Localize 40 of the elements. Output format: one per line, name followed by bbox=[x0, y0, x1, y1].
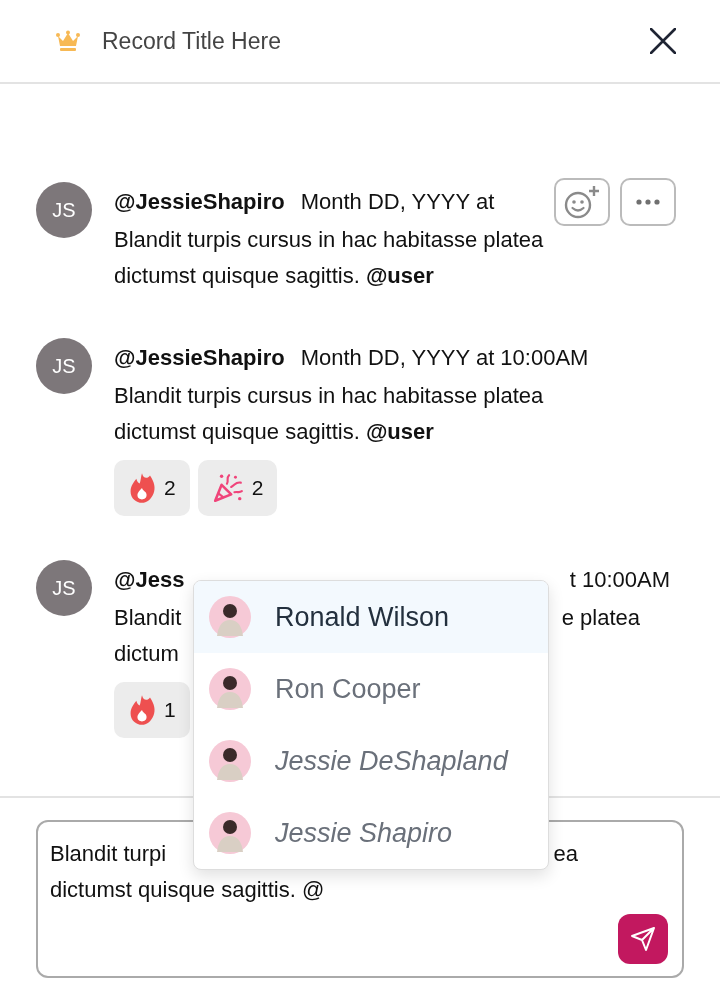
mention-option[interactable]: Ronald Wilson bbox=[194, 581, 548, 653]
mention-option[interactable]: Ron Cooper bbox=[194, 653, 548, 725]
avatar: JS bbox=[36, 338, 92, 394]
message-text: dictumst quisque sagittis. @user bbox=[114, 418, 434, 446]
author-name: @JessieShapiro bbox=[114, 345, 285, 371]
message-text: e platea bbox=[561, 604, 640, 632]
add-reaction-button[interactable] bbox=[554, 178, 610, 226]
more-icon bbox=[636, 199, 660, 205]
reaction-chip[interactable]: 2 bbox=[114, 460, 190, 516]
crown-icon bbox=[56, 30, 80, 52]
message-date: Month DD, YYYY at bbox=[300, 189, 495, 215]
message-text: dictumst quisque sagittis. @user bbox=[114, 262, 434, 290]
input-text: Blandit turpi bbox=[50, 840, 167, 868]
message-text: Blandit turpis cursus in hac habitasse platea bbox=[114, 382, 544, 410]
flame-icon bbox=[128, 472, 156, 504]
message-date: t 10:00AM bbox=[569, 567, 670, 593]
record-title: Record Title Here bbox=[102, 27, 282, 55]
message-text: dictum bbox=[114, 640, 179, 668]
party-popper-icon bbox=[211, 473, 244, 503]
flame-icon bbox=[128, 694, 156, 726]
message-text: Blandit turpis cursus in hac habitasse platea bbox=[114, 226, 544, 254]
input-text: ea bbox=[553, 840, 578, 868]
send-icon bbox=[630, 926, 656, 952]
message-date: Month DD, YYYY at 10:00AM bbox=[300, 345, 589, 371]
avatar: JS bbox=[36, 182, 92, 238]
avatar-icon bbox=[209, 668, 251, 710]
close-icon[interactable] bbox=[650, 28, 676, 54]
send-button[interactable] bbox=[618, 914, 668, 964]
avatar-icon bbox=[209, 812, 251, 854]
reaction-chip[interactable]: 1 bbox=[114, 682, 190, 738]
reaction-chip[interactable]: 2 bbox=[197, 460, 278, 516]
author-name: @JessieShapiro bbox=[114, 189, 285, 215]
message-text: Blandit bbox=[114, 604, 182, 632]
smiley-plus-icon bbox=[562, 184, 602, 220]
avatar: JS bbox=[36, 560, 92, 616]
avatar-icon bbox=[209, 596, 251, 638]
author-name: @Jess bbox=[114, 567, 185, 593]
mention-option[interactable]: Jessie DeShapland bbox=[194, 725, 548, 797]
avatar-icon bbox=[209, 740, 251, 782]
input-text: dictumst quisque sagittis. @ bbox=[50, 876, 325, 904]
